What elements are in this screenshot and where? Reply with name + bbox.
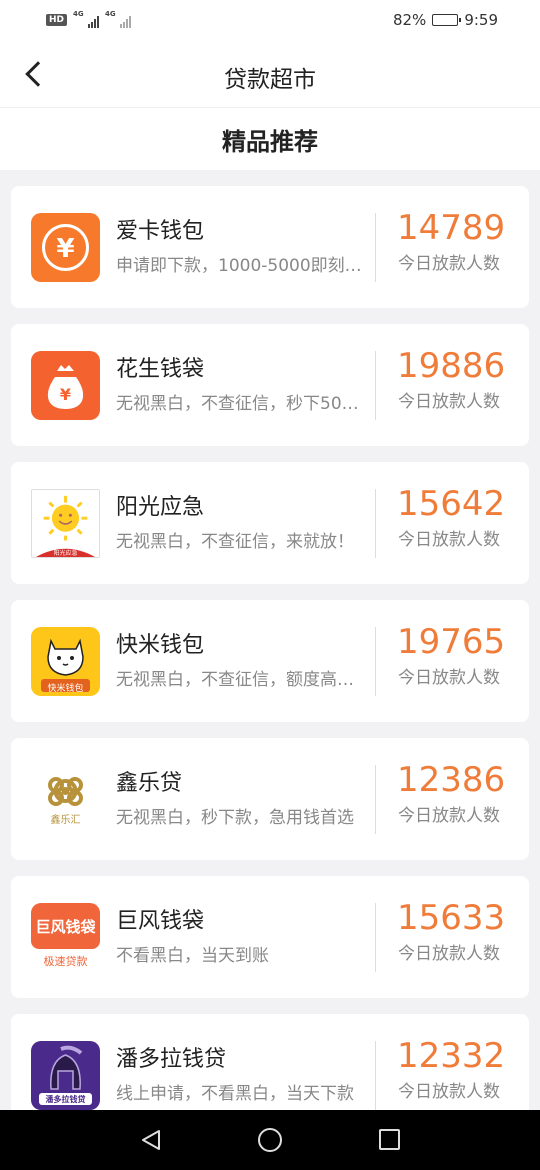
nav-bar: 贷款超市 <box>0 42 540 108</box>
product-desc: 不看黑白，当天到账 <box>116 946 269 966</box>
divider <box>375 489 376 558</box>
loan-count-label: 今日放款人数 <box>398 944 500 964</box>
product-name: 潘多拉钱贷 <box>116 1047 227 1072</box>
product-card-aika[interactable]: ¥ 爱卡钱包 申请即下款，1000-5000即刻到账 14789 今日放款人数 <box>11 186 529 308</box>
loan-count: 12386 <box>397 760 506 800</box>
triangle-back-icon[interactable] <box>140 1129 162 1151</box>
divider <box>375 213 376 282</box>
svg-text:¥: ¥ <box>60 385 71 404</box>
product-desc: 无视黑白，不查征信，秒下5000元 <box>116 394 368 414</box>
page-title: 贷款超市 <box>224 67 316 93</box>
loan-count: 12332 <box>397 1036 506 1076</box>
loan-count-label: 今日放款人数 <box>398 668 500 688</box>
hd-badge: HD <box>46 14 68 26</box>
product-name: 爱卡钱包 <box>116 219 205 244</box>
status-bar: HD 4G 4G 82% 9:59 <box>0 0 540 42</box>
lucky-cat-icon: 快米钱包 <box>31 627 100 696</box>
loan-count-label: 今日放款人数 <box>398 392 500 412</box>
product-name: 鑫乐贷 <box>116 771 183 796</box>
status-right: 82% 9:59 <box>393 11 498 29</box>
signal-icon: 4G <box>73 10 100 28</box>
battery-percent: 82% <box>392 11 427 29</box>
clock: 9:59 <box>464 11 498 29</box>
svg-text:¥: ¥ <box>56 234 74 264</box>
divider <box>375 627 376 696</box>
divider <box>375 765 376 834</box>
product-desc: 无视黑白，不查征信，额度高，秒到账 <box>116 670 368 690</box>
product-desc: 无视黑白，秒下款，急用钱首选 <box>116 808 354 828</box>
logo-text: 巨风钱袋 <box>35 918 96 936</box>
logo-text: 潘多拉钱贷 <box>45 1095 86 1104</box>
network-type: 4G <box>73 10 84 18</box>
product-card-kuaimi[interactable]: 快米钱包 快米钱包 无视黑白，不查征信，额度高，秒到账 19765 今日放款人数 <box>11 600 529 722</box>
loan-count: 15633 <box>397 898 506 938</box>
product-name: 阳光应急 <box>116 495 205 520</box>
logo-text: 快米钱包 <box>47 684 84 694</box>
logo-text: 鑫乐汇 <box>50 815 81 826</box>
divider <box>375 1041 376 1110</box>
product-card-jufeng[interactable]: 巨风钱袋 极速贷款 巨风钱袋 不看黑白，当天到账 15633 今日放款人数 <box>11 876 529 998</box>
product-name: 花生钱袋 <box>116 357 205 382</box>
section-title: 精品推荐 <box>222 128 318 156</box>
product-card-huasheng[interactable]: ¥ 花生钱袋 无视黑白，不查征信，秒下5000元 19886 今日放款人数 <box>11 324 529 446</box>
product-name: 快米钱包 <box>116 633 205 658</box>
sun-icon: 阳光应急 <box>31 489 100 558</box>
status-left: HD 4G 4G <box>46 10 132 28</box>
section-header: 精品推荐 <box>0 108 540 170</box>
loan-count-label: 今日放款人数 <box>398 530 500 550</box>
divider <box>375 351 376 420</box>
logo-text: 阳光应急 <box>53 550 78 557</box>
product-name: 巨风钱袋 <box>116 909 205 934</box>
gold-emblem-icon: 鑫乐汇 <box>31 765 100 834</box>
system-nav-bar <box>0 1110 540 1170</box>
product-card-xinle[interactable]: 鑫乐汇 鑫乐贷 无视黑白，秒下款，急用钱首选 12386 今日放款人数 <box>11 738 529 860</box>
money-bag-icon: ¥ <box>31 351 100 420</box>
spartan-helmet-icon: 潘多拉钱贷 <box>31 1041 100 1110</box>
loan-count: 19765 <box>397 622 506 662</box>
loan-count-label: 今日放款人数 <box>398 254 500 274</box>
logo-subtext: 极速贷款 <box>43 955 88 968</box>
battery-icon <box>432 14 462 26</box>
product-desc: 申请即下款，1000-5000即刻到账 <box>116 256 368 276</box>
yuan-coin-icon: ¥ <box>31 213 100 282</box>
square-recent-icon[interactable] <box>379 1129 400 1150</box>
network-type-2: 4G <box>105 10 116 18</box>
loan-count: 19886 <box>397 346 506 386</box>
loan-count-label: 今日放款人数 <box>398 806 500 826</box>
loan-count: 15642 <box>397 484 506 524</box>
signal-weak-icon: 4G <box>105 10 132 28</box>
loan-count-label: 今日放款人数 <box>398 1082 500 1102</box>
circle-home-icon[interactable] <box>258 1128 282 1152</box>
product-card-yangguang[interactable]: 阳光应急 阳光应急 无视黑白，不查征信，来就放！ 15642 今日放款人数 <box>11 462 529 584</box>
brand-text-icon: 巨风钱袋 极速贷款 <box>31 903 100 972</box>
loan-count: 14789 <box>397 208 506 248</box>
product-desc: 线上申请，不看黑白，当天下款 <box>116 1084 354 1104</box>
product-desc: 无视黑白，不查征信，来就放！ <box>116 532 354 552</box>
divider <box>375 903 376 972</box>
